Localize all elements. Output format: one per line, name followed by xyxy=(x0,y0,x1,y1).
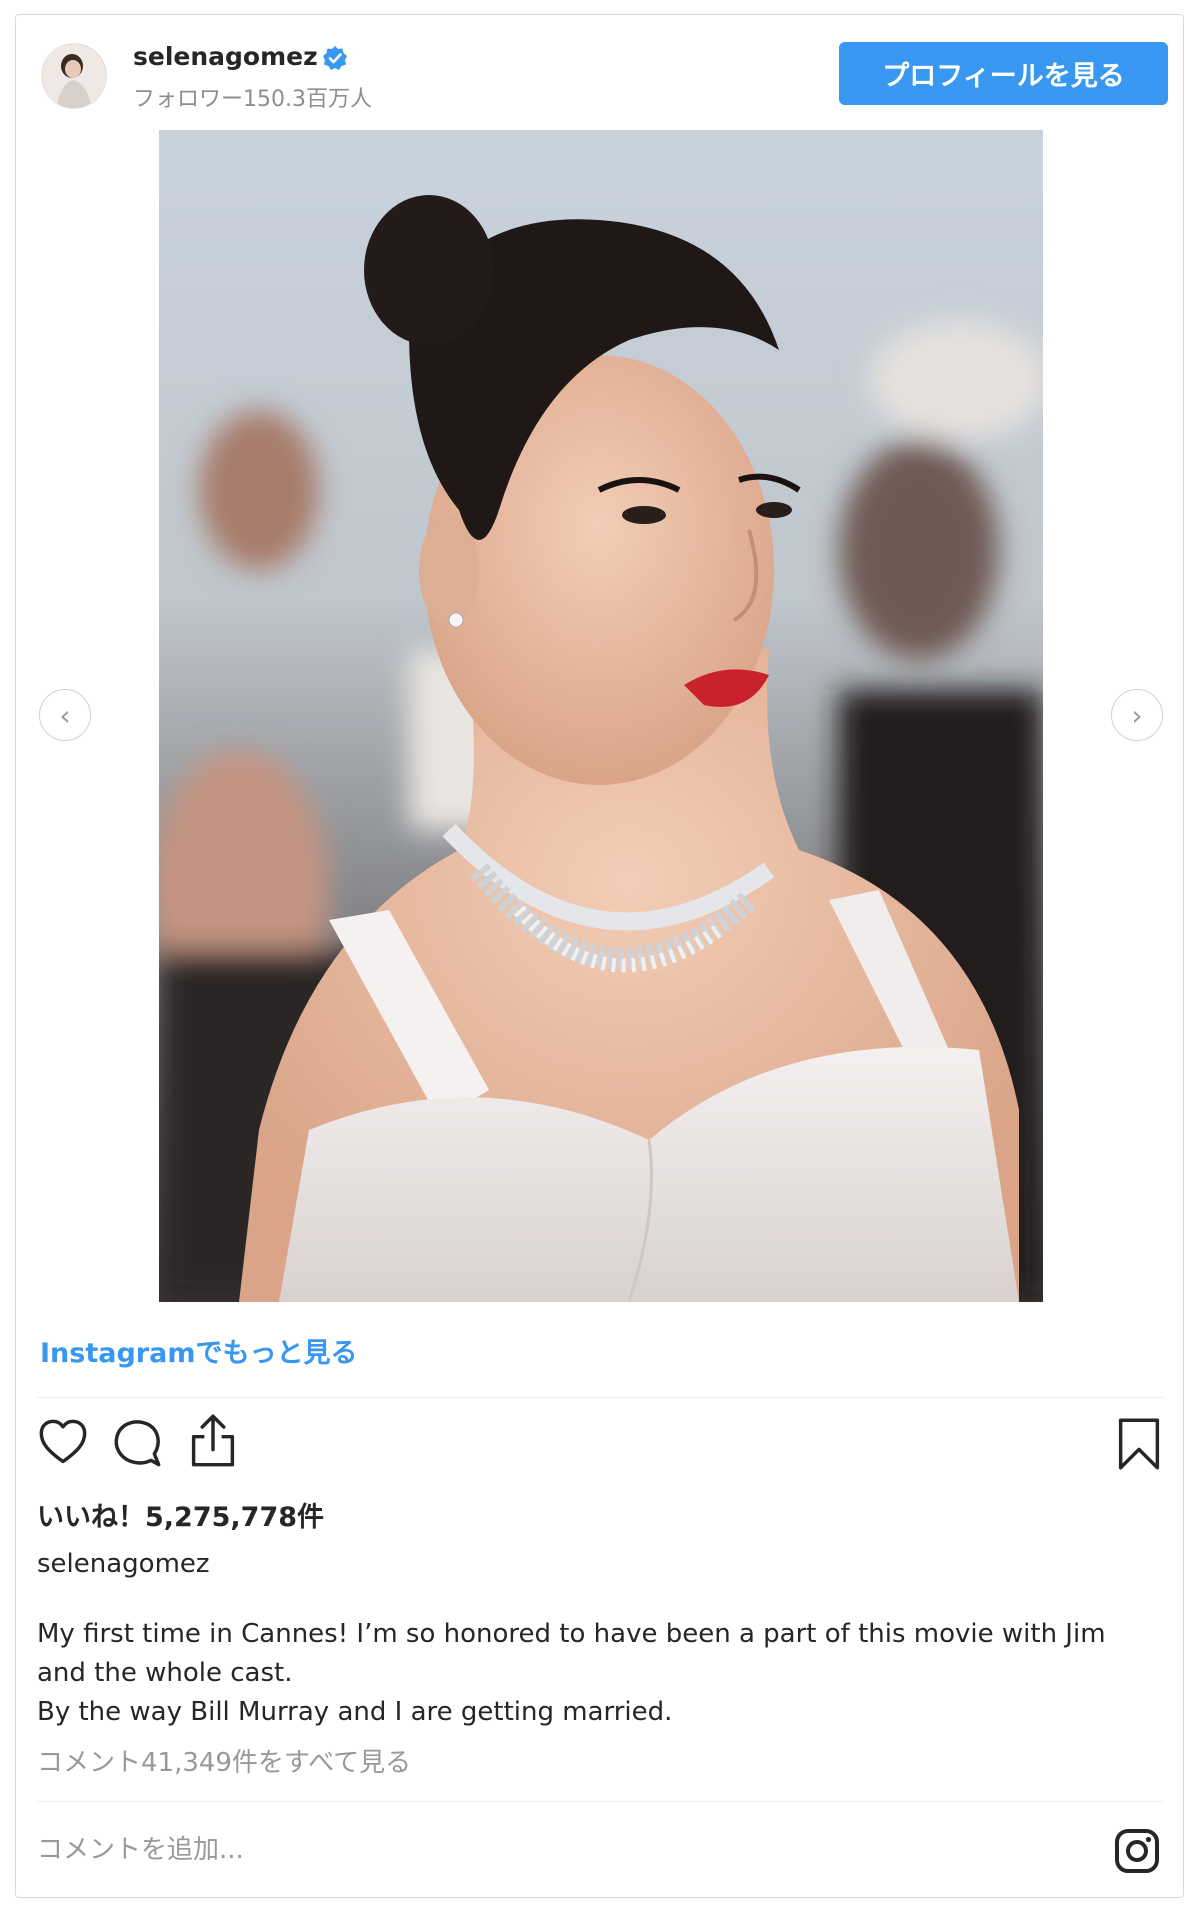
like-count: いいね！5,275,778件 xyxy=(37,1502,325,1533)
post-header: selenagomez フォロワー150.3百万人 プロフィールを見る xyxy=(16,15,1183,127)
caption-username[interactable]: selenagomez xyxy=(37,1549,210,1579)
caption-line: My first time in Cannes! I’m so honored … xyxy=(37,1619,1106,1649)
caption-line: and the whole cast. xyxy=(37,1658,293,1688)
chevron-left-icon: ‹ xyxy=(59,698,71,732)
more-on-instagram-link[interactable]: Instagramでもっと見る xyxy=(40,1331,357,1370)
view-all-comments-link[interactable]: コメント41,349件をすべて見る xyxy=(37,1742,411,1779)
previous-photo-button[interactable]: ‹ xyxy=(39,689,91,741)
add-comment-input[interactable]: コメントを追加... xyxy=(37,1829,244,1866)
comment-icon[interactable] xyxy=(111,1417,163,1469)
avatar-image xyxy=(42,44,106,108)
caption-line: By the way Bill Murray and I are getting… xyxy=(37,1697,673,1727)
instagram-embed-card: selenagomez フォロワー150.3百万人 プロフィールを見る ‹ › … xyxy=(15,14,1184,1898)
post-image xyxy=(159,130,1043,1302)
follower-count: フォロワー150.3百万人 xyxy=(133,87,372,112)
verified-badge-icon xyxy=(323,46,347,70)
next-photo-button[interactable]: › xyxy=(1111,689,1163,741)
post-photo[interactable] xyxy=(159,130,1043,1302)
share-icon[interactable] xyxy=(187,1413,239,1469)
divider xyxy=(37,1397,1164,1398)
instagram-logo-icon[interactable] xyxy=(1114,1828,1160,1874)
divider xyxy=(37,1801,1164,1802)
bookmark-icon[interactable] xyxy=(1117,1417,1161,1471)
view-profile-button[interactable]: プロフィールを見る xyxy=(839,42,1168,105)
username[interactable]: selenagomez xyxy=(133,42,318,71)
chevron-right-icon: › xyxy=(1131,698,1143,732)
heart-icon[interactable] xyxy=(37,1416,89,1468)
avatar[interactable] xyxy=(41,43,107,109)
post-caption: My first time in Cannes! I’m so honored … xyxy=(37,1615,1167,1732)
